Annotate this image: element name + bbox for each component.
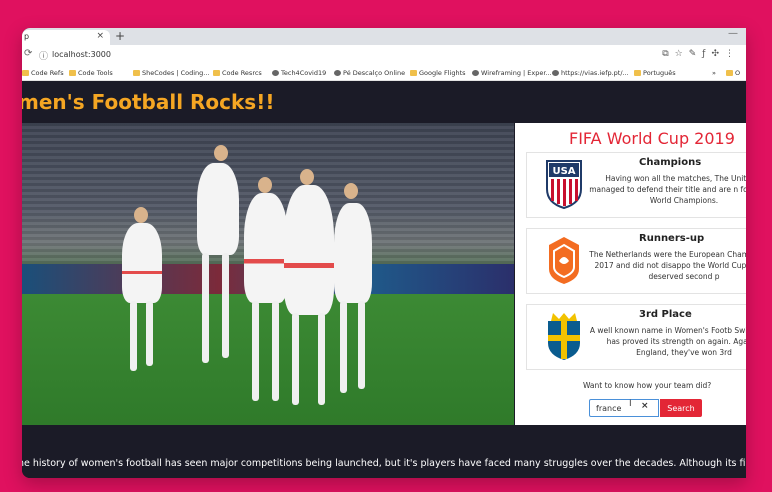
- globe-icon: [334, 70, 341, 76]
- player-leg: [202, 253, 209, 363]
- browser-tab[interactable]: p ×: [22, 30, 110, 45]
- result-card-runners-up: Runners-up The Netherlands were the Euro…: [526, 228, 746, 294]
- netherlands-crest-icon: [549, 237, 579, 284]
- search-prompt: Want to know how your team did?: [583, 381, 712, 390]
- player-leg: [146, 301, 153, 366]
- sweden-crest-icon: [548, 313, 580, 360]
- folder-icon: [69, 70, 76, 76]
- player-figure: [284, 185, 334, 315]
- card-description: The Netherlands were the European Champi…: [589, 250, 746, 281]
- player-head: [214, 145, 228, 161]
- bookmark-label: Português: [643, 69, 676, 77]
- page-content: men's Football Rocks!! FIFA World Cup 20…: [22, 81, 746, 478]
- panel-title: FIFA World Cup 2019: [569, 129, 735, 148]
- tab-close-icon[interactable]: ×: [96, 31, 104, 41]
- player-leg: [252, 301, 259, 401]
- player-figure: [122, 223, 162, 303]
- globe-icon: [472, 70, 479, 76]
- bookmarks-overflow-button[interactable]: »: [712, 69, 716, 77]
- player-leg: [292, 313, 299, 405]
- bookmark-shecodes[interactable]: SheCodes | Coding...: [133, 69, 210, 77]
- bookmark-pe-descalco[interactable]: Pé Descalço Online: [334, 69, 405, 77]
- player-leg: [358, 301, 365, 389]
- browser-window: p × + — ⟳ ⓘ localhost:3000 ⧉☆✎ƒ✣⋮ Code R…: [22, 28, 746, 478]
- bookmark-portugues[interactable]: Português: [634, 69, 676, 77]
- search-button[interactable]: Search: [660, 399, 702, 417]
- folder-icon: [726, 70, 733, 76]
- svg-text:USA: USA: [552, 166, 575, 177]
- puzzle-icon[interactable]: ✣: [711, 49, 725, 59]
- bookmark-label: https://vias.iefp.pt/...: [561, 69, 629, 77]
- translate-icon[interactable]: ⧉: [662, 49, 674, 59]
- player-figure: [244, 193, 288, 303]
- player-head: [300, 169, 314, 185]
- bookmark-tech4covid19[interactable]: Tech4Covid19: [272, 69, 326, 77]
- player-leg: [222, 253, 229, 358]
- pitch: [22, 294, 514, 425]
- team-celebration-photo: [22, 123, 514, 425]
- menu-icon[interactable]: ⋮: [725, 49, 740, 59]
- card-title: Runners-up: [639, 233, 705, 244]
- bookmark-vias-iefp[interactable]: https://vias.iefp.pt/...: [552, 69, 629, 77]
- folder-icon: [634, 70, 641, 76]
- tab-title: p: [24, 32, 30, 41]
- info-icon[interactable]: ⓘ: [39, 49, 48, 62]
- folder-icon: [410, 70, 417, 76]
- folder-icon: [22, 70, 29, 76]
- bookmark-label: Code Tools: [78, 69, 113, 77]
- bookmark-label: Code Resrcs: [222, 69, 262, 77]
- intro-paragraph: he history of women's football has seen …: [22, 458, 746, 469]
- player-figure: [197, 163, 239, 255]
- new-tab-button[interactable]: +: [115, 29, 125, 43]
- bookmark-label: Wireframing | Exper...: [481, 69, 552, 77]
- bookmark-favicon-icon: [133, 70, 140, 76]
- text-cursor-icon: I: [629, 399, 632, 409]
- player-figure: [334, 203, 372, 303]
- globe-icon: [272, 70, 279, 76]
- reload-icon[interactable]: ⟳: [24, 48, 32, 59]
- bookmark-wireframing[interactable]: Wireframing | Exper...: [472, 69, 552, 77]
- globe-icon: [552, 70, 559, 76]
- star-icon[interactable]: ☆: [675, 49, 689, 59]
- card-description: Having won all the matches, The United S…: [589, 174, 746, 205]
- bookmark-code-resrcs[interactable]: Code Resrcs: [213, 69, 262, 77]
- player-head: [258, 177, 272, 193]
- bookmark-google-flights[interactable]: Google Flights: [410, 69, 466, 77]
- tab-strip: p × + —: [22, 28, 746, 45]
- bookmark-label: Code Refs: [31, 69, 64, 77]
- extension-icon[interactable]: ✎: [689, 49, 703, 59]
- other-bookmarks[interactable]: O: [726, 69, 740, 77]
- card-description: A well known name in Women's Footb Switz…: [589, 326, 746, 357]
- card-title: 3rd Place: [639, 309, 692, 320]
- player-leg: [318, 313, 325, 405]
- result-card-champions: USA Champions Having won all the matches…: [526, 152, 746, 218]
- bookmark-code-refs[interactable]: Code Refs: [22, 69, 64, 77]
- player-leg: [340, 301, 347, 393]
- bookmark-label: Google Flights: [419, 69, 466, 77]
- bookmarks-bar: Code Refs Code Tools SheCodes | Coding..…: [22, 65, 746, 81]
- url-field[interactable]: localhost:3000: [52, 50, 111, 59]
- results-panel: FIFA World Cup 2019 USA Champions Having…: [515, 123, 746, 425]
- folder-icon: [213, 70, 220, 76]
- result-card-third-place: 3rd Place A well known name in Women's F…: [526, 304, 746, 370]
- player-leg: [272, 301, 279, 401]
- card-title: Champions: [639, 157, 702, 168]
- clear-search-icon[interactable]: ×: [641, 401, 649, 411]
- bookmark-label: Tech4Covid19: [281, 69, 327, 77]
- bookmark-label: SheCodes | Coding...: [142, 69, 210, 77]
- bookmark-label: Pé Descalço Online: [343, 69, 406, 77]
- minimize-button[interactable]: —: [728, 28, 738, 39]
- address-bar-row: ⟳ ⓘ localhost:3000 ⧉☆✎ƒ✣⋮: [22, 45, 746, 65]
- bookmark-label: O: [735, 69, 741, 77]
- player-head: [134, 207, 148, 223]
- page-title: men's Football Rocks!!: [22, 90, 275, 114]
- player-head: [344, 183, 358, 199]
- bookmark-code-tools[interactable]: Code Tools: [69, 69, 113, 77]
- usa-crest-icon: USA: [546, 160, 582, 209]
- browser-extension-icons[interactable]: ⧉☆✎ƒ✣⋮: [662, 49, 740, 59]
- player-leg: [130, 301, 137, 371]
